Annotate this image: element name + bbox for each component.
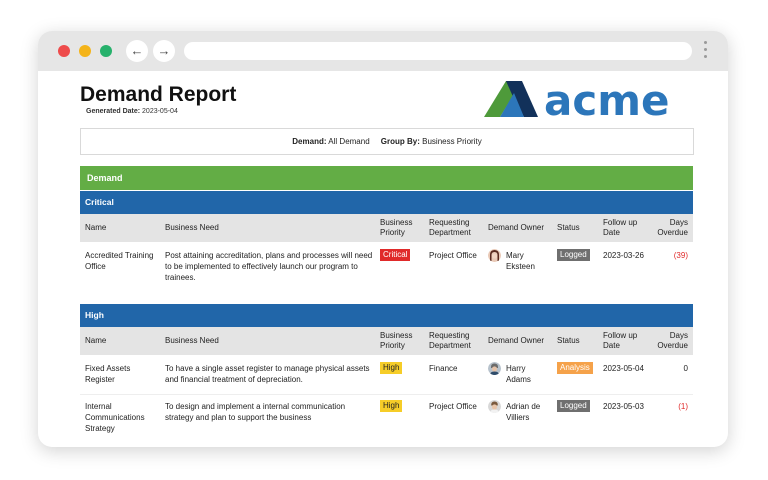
address-bar[interactable] [184,42,692,60]
col-owner: Demand Owner [488,336,545,345]
group-header-critical: Critical [80,191,693,214]
row-name-line2: Communications [85,413,145,422]
row-days-overdue: (39) [673,251,688,260]
row-owner-line2: Villiers [506,413,530,422]
page-title: Demand Report [80,83,237,106]
demand-section-header: Demand [80,166,693,190]
forward-arrow-icon[interactable]: → [153,40,175,62]
row-name-line1: Internal [85,402,112,411]
col-business-need: Business Need [165,223,219,232]
avatar [488,362,501,375]
col-name: Name [85,223,107,232]
col-days-line1: Days [669,218,688,227]
row-need-line2: and financial treatment of depreciation. [165,375,303,384]
row-name-line1: Fixed Assets [85,364,131,373]
generated-date-value: 2023-05-04 [142,108,178,115]
col-status: Status [557,336,580,345]
col-days-line2: Overdue [657,228,688,237]
maximize-window-button[interactable] [100,45,112,57]
row-need-line2: to be implemented to effectively launch … [165,262,358,271]
row-dept: Project Office [429,251,477,260]
row-name-line3: Strategy [85,424,115,433]
generated-date-label: Generated Date: [86,108,141,115]
status-badge: Analysis [557,362,593,374]
avatar [488,249,501,262]
row-name-line1: Accredited Training [85,251,154,260]
browser-window: ← → Demand Report Generated Date: 2023-0… [38,31,728,447]
status-badge: Logged [557,249,590,261]
more-menu-icon[interactable] [702,41,708,63]
row-dept: Project Office [429,402,477,411]
group-by-label: Group By: [380,137,420,146]
avatar [488,400,501,413]
row-owner-line1: Mary [506,251,524,260]
col-follow-line1: Follow up [603,331,638,340]
demand-filter-label: Demand: [292,137,327,146]
status-badge: Logged [557,400,590,412]
row-follow-date: 2023-05-03 [603,402,644,411]
table-header: Name Business Need Business Priority Req… [80,327,693,355]
col-priority-line2: Priority [380,228,405,237]
row-follow-date: 2023-05-04 [603,364,644,373]
table-header: Name Business Need Business Priority Req… [80,214,693,242]
col-days-line1: Days [669,331,688,340]
table-row[interactable]: Accredited Training Office Post attainin… [80,242,693,286]
col-priority-line2: Priority [380,341,405,350]
col-dept-line1: Requesting [429,218,470,227]
row-need-line2: strategy and plan to support the busines… [165,413,312,422]
row-owner-line1: Adrian de [506,402,541,411]
row-dept: Finance [429,364,458,373]
row-name-line2: Office [85,262,106,271]
demand-filter-value: All Demand [328,137,370,146]
row-need-line1: Post attaining accreditation, plans and … [165,251,373,260]
row-owner-line1: Harry [506,364,526,373]
back-arrow-icon[interactable]: ← [126,40,148,62]
report-page: Demand Report Generated Date: 2023-05-04… [38,71,728,447]
col-status: Status [557,223,580,232]
priority-badge-high: High [380,362,403,374]
col-dept-line2: Department [429,228,471,237]
row-need-line3: trainees. [165,273,196,282]
row-name-line2: Register [85,375,115,384]
group-by-value: Business Priority [422,137,482,146]
row-days-overdue: 0 [683,364,688,373]
browser-toolbar: ← → [38,31,728,71]
table-row[interactable]: Fixed Assets Register To have a single a… [80,355,693,393]
svg-text:acme: acme [544,79,670,121]
col-business-need: Business Need [165,336,219,345]
acme-logo: acme [484,79,670,121]
table-row[interactable]: Internal Communications Strategy To desi… [80,395,693,439]
row-need-line1: To design and implement a internal commu… [165,402,346,411]
col-follow-line2: Date [603,341,620,350]
row-days-overdue: (1) [678,402,688,411]
filter-summary: Demand: All Demand Group By: Business Pr… [80,128,694,155]
row-follow-date: 2023-03-26 [603,251,644,260]
col-dept-line2: Department [429,341,471,350]
close-window-button[interactable] [58,45,70,57]
group-header-high: High [80,304,693,327]
priority-badge-high: High [380,400,403,412]
row-owner-line2: Adams [506,375,531,384]
minimize-window-button[interactable] [79,45,91,57]
generated-date: Generated Date: 2023-05-04 [86,108,178,115]
col-follow-line1: Follow up [603,218,638,227]
col-owner: Demand Owner [488,223,545,232]
col-priority-line1: Business [380,331,413,340]
col-follow-line2: Date [603,228,620,237]
col-priority-line1: Business [380,218,413,227]
row-need-line1: To have a single asset register to manag… [165,364,370,373]
col-name: Name [85,336,107,345]
row-owner-line2: Eksteen [506,262,535,271]
col-dept-line1: Requesting [429,331,470,340]
priority-badge-critical: Critical [380,249,411,261]
col-days-line2: Overdue [657,341,688,350]
